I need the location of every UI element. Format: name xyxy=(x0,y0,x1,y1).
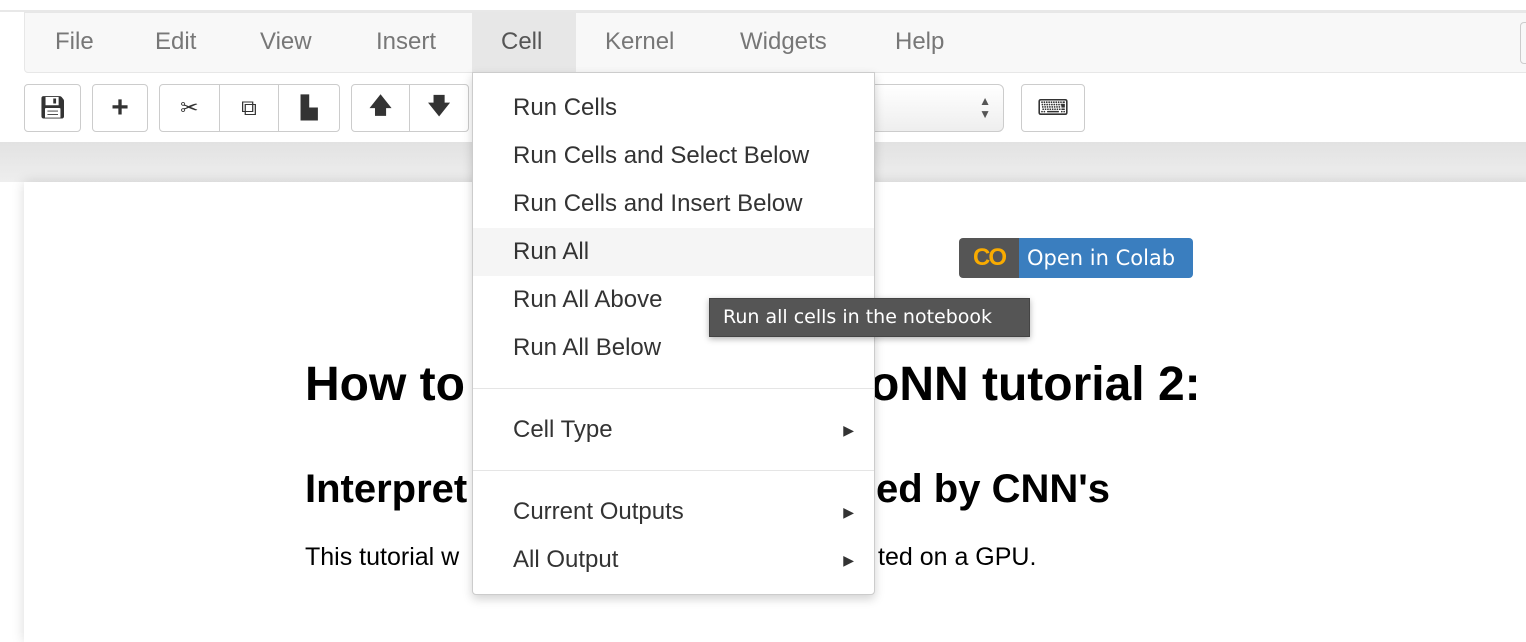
menu-item-run-cells-select-below[interactable]: Run Cells and Select Below xyxy=(473,132,874,180)
open-in-colab-badge[interactable]: CO Open in Colab xyxy=(959,238,1193,278)
command-palette-button[interactable]: ⌨ xyxy=(1021,84,1085,132)
menu-item-cell-type[interactable]: Cell Type ▶ xyxy=(473,406,874,454)
colab-label: Open in Colab xyxy=(1019,238,1193,278)
copy-icon: ⧉ xyxy=(241,95,257,120)
menu-help[interactable]: Help xyxy=(895,13,944,73)
menu-item-all-output[interactable]: All Output ▶ xyxy=(473,536,874,584)
heading-2-right: ed by CNN's xyxy=(876,467,1111,511)
arrow-down-icon: 🡇 xyxy=(427,93,451,118)
caret-right-icon: ▶ xyxy=(843,552,854,568)
menu-divider xyxy=(473,388,874,389)
menu-view[interactable]: View xyxy=(260,13,312,73)
plus-icon: + xyxy=(111,91,129,124)
heading-1-left: How to xyxy=(305,358,465,411)
cut-button[interactable]: ✂ xyxy=(160,85,220,131)
menu-cell[interactable]: Cell xyxy=(472,13,576,73)
tooltip: Run all cells in the notebook xyxy=(709,298,1030,337)
move-up-button[interactable]: 🡅 xyxy=(352,85,410,131)
menu-item-label: Cell Type xyxy=(513,416,613,443)
menu-file[interactable]: File xyxy=(55,13,94,73)
edit-button-group: ✂ ⧉ ▙ xyxy=(159,84,340,132)
kernel-indicator xyxy=(1520,22,1526,64)
menu-divider xyxy=(473,470,874,471)
scissors-icon: ✂ xyxy=(180,95,199,120)
menu-item-run-all[interactable]: Run All xyxy=(473,228,874,276)
keyboard-icon: ⌨ xyxy=(1037,95,1069,120)
menu-item-current-outputs[interactable]: Current Outputs ▶ xyxy=(473,488,874,536)
copy-button[interactable]: ⧉ xyxy=(220,85,280,131)
move-button-group: 🡅 🡇 xyxy=(351,84,469,132)
menu-item-label: Current Outputs xyxy=(513,498,684,525)
heading-1-right: oNN tutorial 2: xyxy=(870,358,1201,411)
paste-button[interactable]: ▙ xyxy=(279,85,339,131)
select-arrows-icon: ▲ ▼ xyxy=(979,94,991,121)
menu-edit[interactable]: Edit xyxy=(155,13,196,73)
save-icon: 💾︎ xyxy=(38,95,67,120)
arrow-up-icon: 🡅 xyxy=(369,93,392,118)
paste-icon: ▙ xyxy=(300,95,318,120)
menu-item-run-cells[interactable]: Run Cells xyxy=(473,84,874,132)
heading-2-left: Interpret xyxy=(305,467,468,511)
paragraph-left: This tutorial w xyxy=(305,543,460,571)
caret-right-icon: ▶ xyxy=(843,422,854,438)
move-down-button[interactable]: 🡇 xyxy=(410,85,468,131)
save-button[interactable]: 💾︎ xyxy=(24,84,81,132)
menu-kernel[interactable]: Kernel xyxy=(605,13,674,73)
caret-right-icon: ▶ xyxy=(843,504,854,520)
menu-widgets[interactable]: Widgets xyxy=(740,13,827,73)
menu-insert[interactable]: Insert xyxy=(376,13,436,73)
paragraph-right: ted on a GPU. xyxy=(878,543,1037,571)
menu-item-run-cells-insert-below[interactable]: Run Cells and Insert Below xyxy=(473,180,874,228)
insert-cell-button[interactable]: + xyxy=(92,84,148,132)
colab-logo: CO xyxy=(959,238,1019,278)
menu-item-label: All Output xyxy=(513,546,619,573)
menubar: File Edit View Insert Cell Kernel Widget… xyxy=(24,12,1526,73)
